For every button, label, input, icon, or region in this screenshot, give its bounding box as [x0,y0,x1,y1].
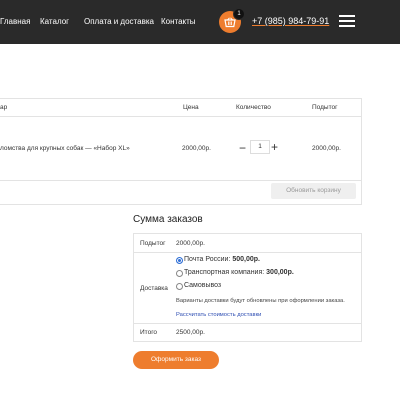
col-product: ар [0,104,8,111]
phone-link[interactable]: +7 (985) 984-79-91 [252,16,329,26]
total-value: 2500,00р. [176,329,205,336]
cart-totals-title: Сумма заказов [133,214,203,225]
shipping-option-transport[interactable]: Транспортная компания: 300,00р. [184,269,294,276]
shipping-option-name: Самовывоз [184,282,222,289]
col-quantity: Количество [236,104,271,111]
shipping-option-price: 300,00р. [266,269,294,276]
quantity-decrease-button[interactable]: − [239,141,246,155]
nav-catalog[interactable]: Каталог [40,17,69,26]
hamburger-icon[interactable] [339,15,355,27]
cart-table-header: ар Цена Количество Подытог [0,99,361,117]
update-cart-button[interactable]: Обновить корзину [271,183,356,199]
shipping-note: Варианты доставки будут обновлены при оф… [176,298,345,304]
subtotal-label: Подытог [140,240,166,247]
site-header: Главная Каталог Оплата и доставка Контак… [0,0,400,44]
shipping-option-name: Почта России: [184,256,231,263]
col-price: Цена [183,104,199,111]
cart-item-name[interactable]: ломства для крупных собак — «Набор XL» [0,145,130,152]
shipping-option-post[interactable]: Почта России: 500,00р. [184,256,260,263]
cart-item-price: 2000,00р. [182,145,211,152]
nav-home[interactable]: Главная [0,17,30,26]
nav-contacts[interactable]: Контакты [161,17,196,26]
total-label: Итого [140,329,158,336]
row-divider [0,180,361,181]
shipping-option-name: Транспортная компания: [184,269,265,276]
col-subtotal: Подытог [312,104,338,111]
shipping-label: Доставка [140,285,168,292]
quantity-increase-button[interactable]: + [271,140,278,154]
nav-payment-delivery[interactable]: Оплата и доставка [84,17,154,26]
row-divider [134,252,361,253]
shipping-radio-post[interactable] [176,257,183,264]
cart-item-subtotal: 2000,00р. [312,145,341,152]
cart-totals-table: Подытог 2000,00р. Доставка Почта России:… [133,233,362,342]
calculate-shipping-link[interactable]: Рассчитать стоимость доставки [176,312,261,318]
cart-count-badge: 1 [233,8,245,20]
shipping-radio-pickup[interactable] [176,283,183,290]
row-divider [134,323,361,324]
checkout-button[interactable]: Оформить заказ [133,351,219,369]
quantity-input[interactable]: 1 [250,140,270,154]
shipping-radio-transport[interactable] [176,270,183,277]
shipping-option-pickup[interactable]: Самовывоз [184,282,221,289]
shipping-option-price: 500,00р. [232,256,260,263]
subtotal-value: 2000,00р. [176,240,205,247]
